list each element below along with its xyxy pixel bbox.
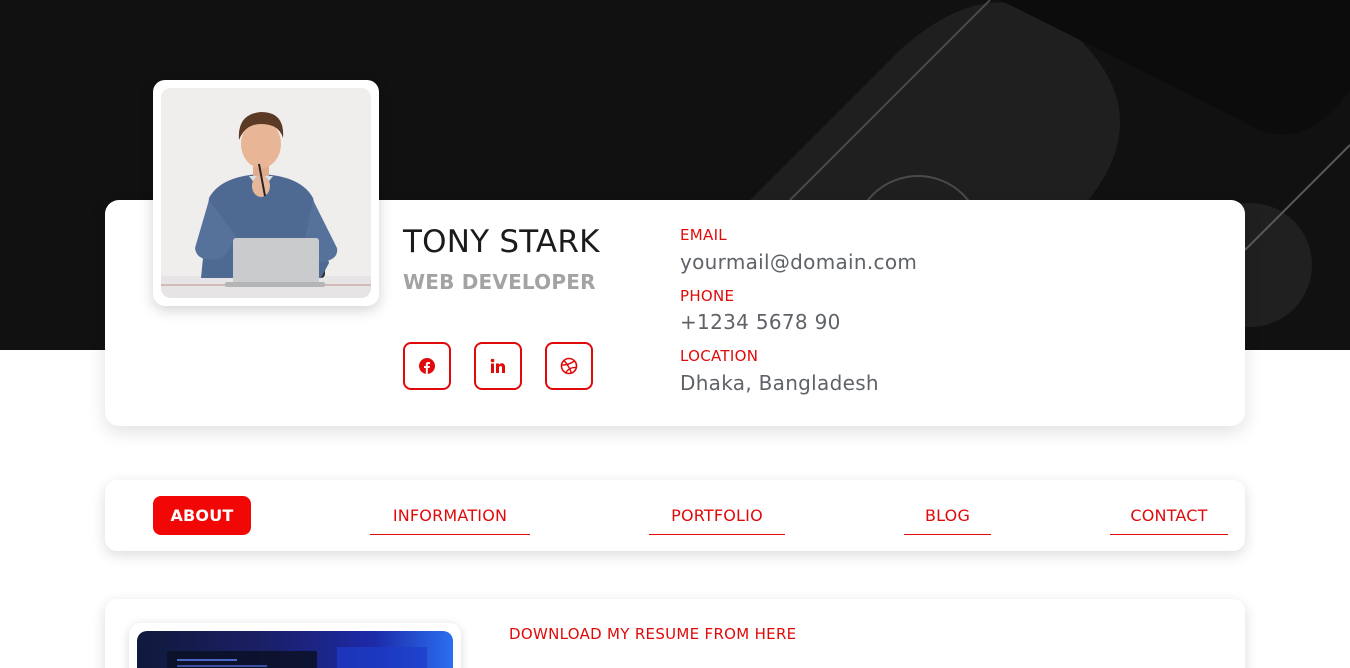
about-image (137, 631, 453, 668)
location-label: LOCATION (680, 347, 759, 365)
dribbble-button[interactable] (545, 342, 593, 390)
nav-item-portfolio[interactable]: PORTFOLIO (649, 496, 785, 535)
phone-label: PHONE (680, 287, 735, 305)
email-label: EMAIL (680, 226, 727, 244)
linkedin-button[interactable] (474, 342, 522, 390)
download-resume-link[interactable]: DOWNLOAD MY RESUME FROM HERE (509, 625, 796, 643)
facebook-icon (419, 358, 435, 374)
profile-photo (161, 88, 371, 298)
profile-role: WEB DEVELOPER (403, 270, 596, 294)
email-value: yourmail@domain.com (680, 250, 918, 274)
linkedin-icon (490, 358, 505, 373)
location-value: Dhaka, Bangladesh (680, 371, 879, 395)
phone-value: +1234 5678 90 (680, 310, 841, 334)
facebook-button[interactable] (403, 342, 451, 390)
profile-name: TONY STARK (403, 224, 600, 260)
nav-item-about[interactable]: ABOUT (153, 496, 251, 535)
profile-photo-frame (153, 80, 379, 306)
nav-item-information[interactable]: INFORMATION (370, 496, 530, 535)
nav-item-contact[interactable]: CONTACT (1110, 496, 1228, 535)
nav-item-blog[interactable]: BLOG (904, 496, 991, 535)
about-image-frame (129, 623, 461, 668)
dribbble-icon (560, 357, 578, 375)
